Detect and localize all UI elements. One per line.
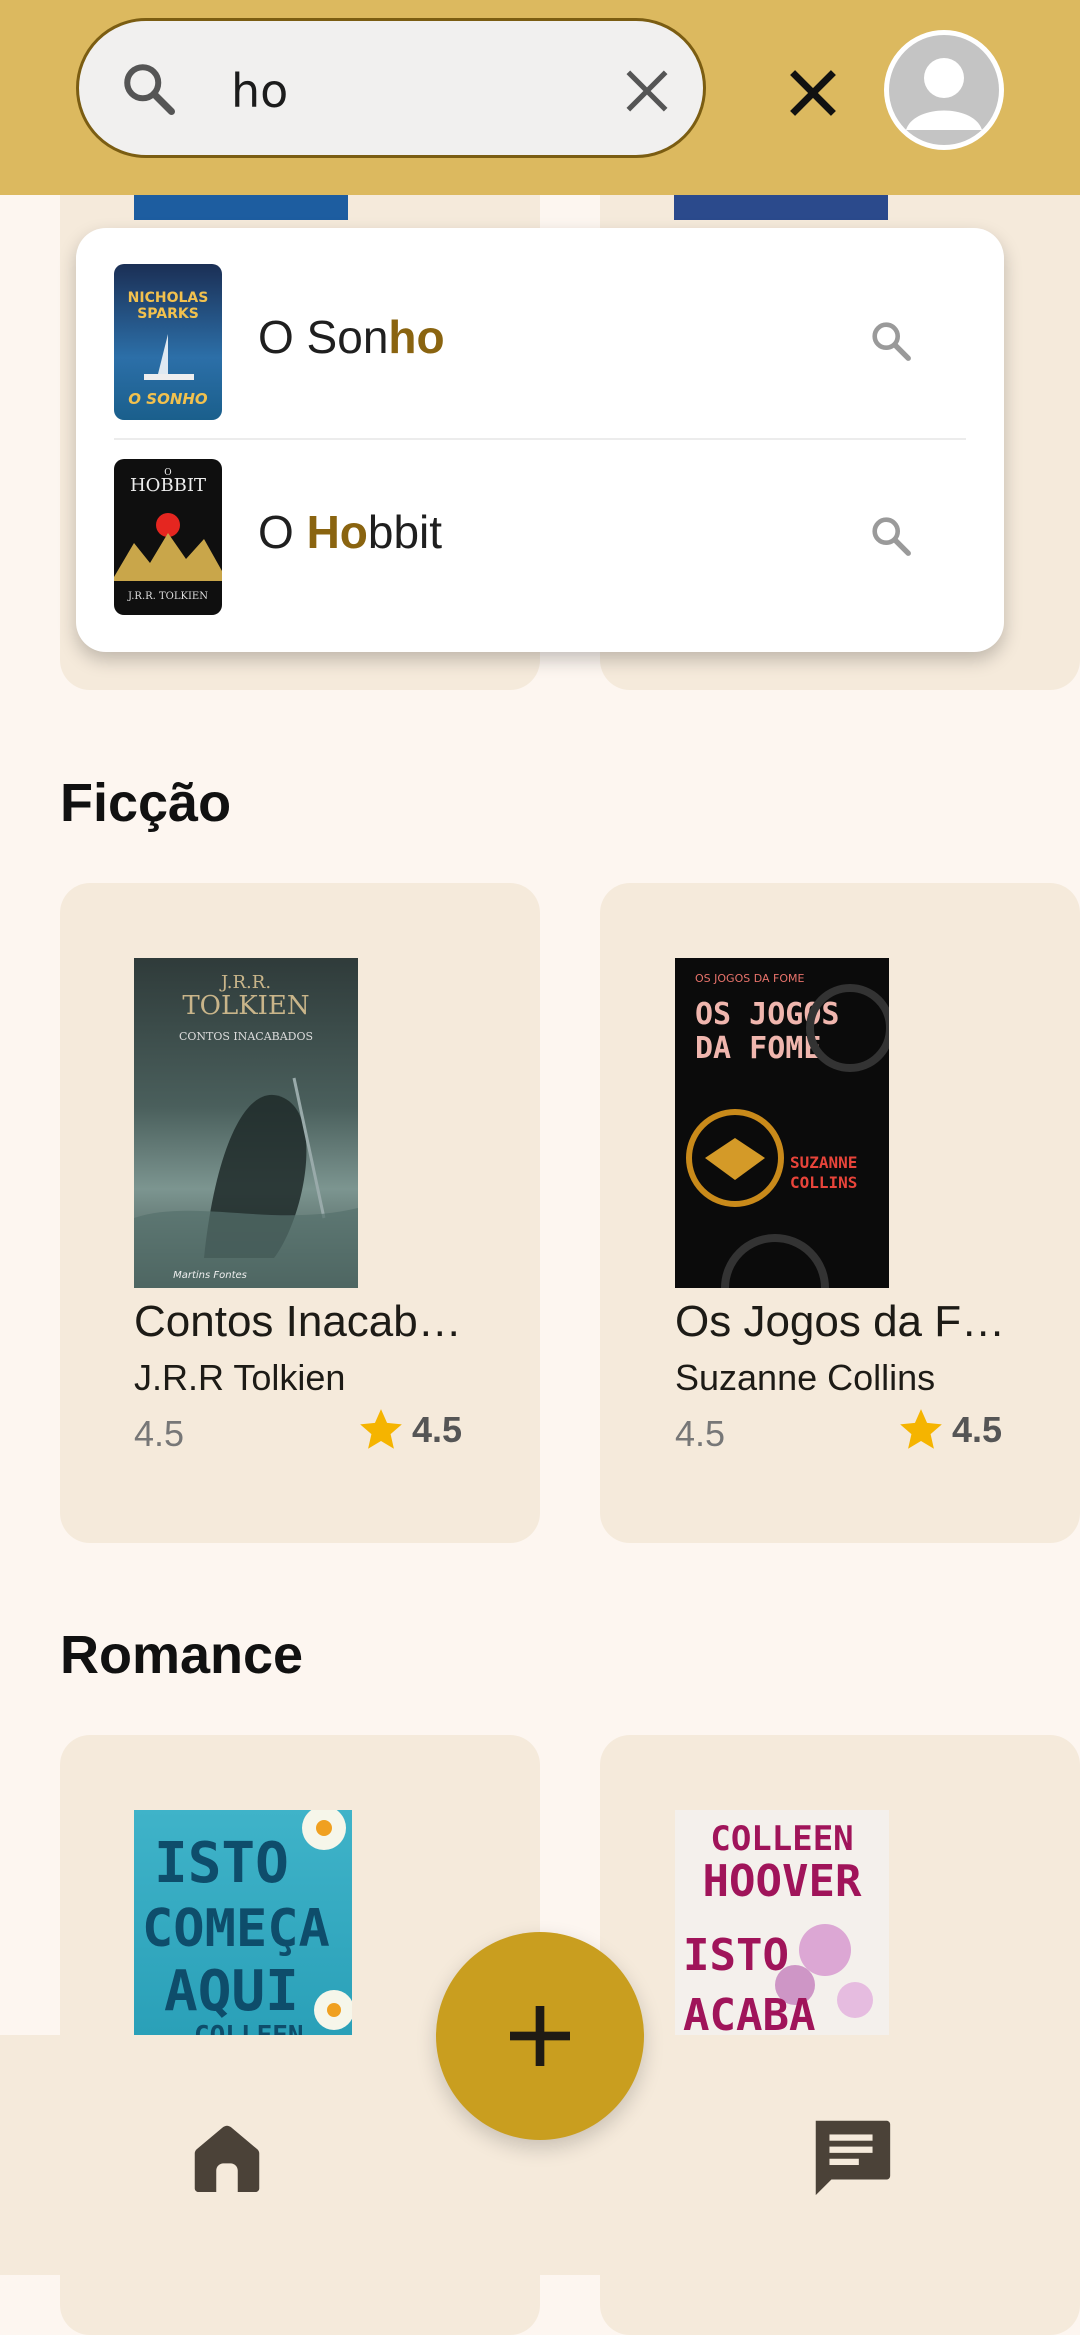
cover-author: COLLEEN	[194, 2021, 304, 2036]
close-icon[interactable]	[778, 58, 848, 128]
search-icon	[124, 64, 175, 115]
book-author: J.R.R Tolkien	[134, 1357, 346, 1398]
book-cover: COLLEEN HOOVER ISTO ACABA	[675, 1810, 889, 2036]
cover-art: OS JOGOS DA FOME OS JOGOS DA FOME SUZANN…	[686, 972, 889, 1288]
book-title: Os Jogos da F…	[675, 1297, 1006, 1346]
clear-icon[interactable]	[619, 63, 675, 119]
avatar[interactable]	[884, 30, 1004, 150]
cover-publisher: Martins Fontes	[173, 1270, 247, 1281]
cover-title-2: ACABA	[683, 1990, 815, 2036]
book-title: Contos Inacab…	[134, 1297, 462, 1346]
cover-title-2: DA FOME	[695, 1031, 821, 1066]
search-bar[interactable]	[76, 18, 706, 158]
cover-author-1: NICHOLAS	[128, 290, 209, 306]
suggestion-title: O Hobbit	[258, 506, 443, 558]
book-card[interactable]: J.R.R. TOLKIEN CONTOS INACABADOS Martins…	[60, 883, 540, 1543]
book-cover: ISTO COMEÇA AQUI COLLEEN	[134, 1810, 352, 2036]
star-rating: 4.5	[356, 1405, 462, 1455]
cover-title: O SONHO	[128, 390, 208, 408]
add-icon	[510, 2006, 570, 2066]
cover-art: NICHOLAS SPARKS O SONHO	[128, 290, 209, 408]
cover-series: OS JOGOS DA FOME	[695, 972, 804, 985]
cover-art: O HOBBIT J.R.R. TOLKIEN	[114, 468, 222, 602]
book-author: Suzanne Collins	[675, 1357, 936, 1398]
star-value: 4.5	[952, 1409, 1003, 1450]
cover-title: HOBBIT	[130, 475, 206, 496]
cover-author-1: SUZANNE	[790, 1153, 857, 1172]
star-value: 4.5	[412, 1409, 463, 1450]
cover-author-2: COLLINS	[790, 1173, 857, 1192]
cover-title-3: AQUI	[164, 1959, 299, 2024]
star-icon	[900, 1409, 942, 1449]
home-icon[interactable]	[184, 2115, 270, 2201]
cover-art: ISTO COMEÇA AQUI COLLEEN	[142, 1810, 352, 2036]
chat-icon[interactable]	[804, 2109, 898, 2203]
cover-title-1: ISTO	[154, 1831, 289, 1896]
cover-title-2: COMEÇA	[142, 1899, 330, 1959]
suggestion-item[interactable]: O HOBBIT J.R.R. TOLKIEN O Hobbit	[76, 423, 1004, 618]
book-cover: J.R.R. TOLKIEN CONTOS INACABADOS Martins…	[134, 958, 358, 1288]
section-title-romance: Romance	[60, 1625, 304, 1685]
star-rating: 4.5	[896, 1405, 1002, 1455]
cover-author-2: SPARKS	[137, 306, 199, 322]
cover-title-1: ISTO	[683, 1930, 789, 1981]
book-rating: 4.5	[675, 1413, 726, 1454]
cover-author-2: HOOVER	[703, 1856, 862, 1907]
book-cover: OS JOGOS DA FOME OS JOGOS DA FOME SUZANN…	[675, 958, 889, 1288]
add-button[interactable]	[436, 1932, 644, 2140]
cover-art: J.R.R. TOLKIEN CONTOS INACABADOS Martins…	[134, 972, 358, 1288]
suggestion-cover: O HOBBIT J.R.R. TOLKIEN	[114, 459, 222, 615]
cover-title: CONTOS INACABADOS	[179, 1030, 313, 1043]
search-input[interactable]	[229, 55, 663, 127]
cover-author: J.R.R. TOLKIEN	[127, 591, 208, 602]
suggestion-cover: NICHOLAS SPARKS O SONHO	[114, 264, 222, 420]
book-rating: 4.5	[134, 1413, 185, 1454]
search-icon	[872, 517, 911, 556]
suggestion-item[interactable]: NICHOLAS SPARKS O SONHO O Sonho	[76, 228, 1004, 440]
suggestion-title: O Sonho	[258, 311, 445, 363]
book-card[interactable]: OS JOGOS DA FOME OS JOGOS DA FOME SUZANN…	[600, 883, 1080, 1543]
avatar-icon	[889, 35, 999, 145]
cover-author: TOLKIEN	[182, 991, 309, 1021]
cover-author-initials: J.R.R.	[219, 972, 271, 993]
section-title-fiction: Ficção	[60, 773, 232, 833]
cover-author-1: COLLEEN	[710, 1819, 853, 1859]
cover-art: COLLEEN HOOVER ISTO ACABA	[683, 1819, 873, 2036]
star-icon	[360, 1409, 402, 1449]
search-suggestions: NICHOLAS SPARKS O SONHO O Sonho O HOBBIT…	[76, 228, 1004, 652]
top-app-bar	[0, 0, 1080, 195]
search-icon	[872, 322, 911, 361]
